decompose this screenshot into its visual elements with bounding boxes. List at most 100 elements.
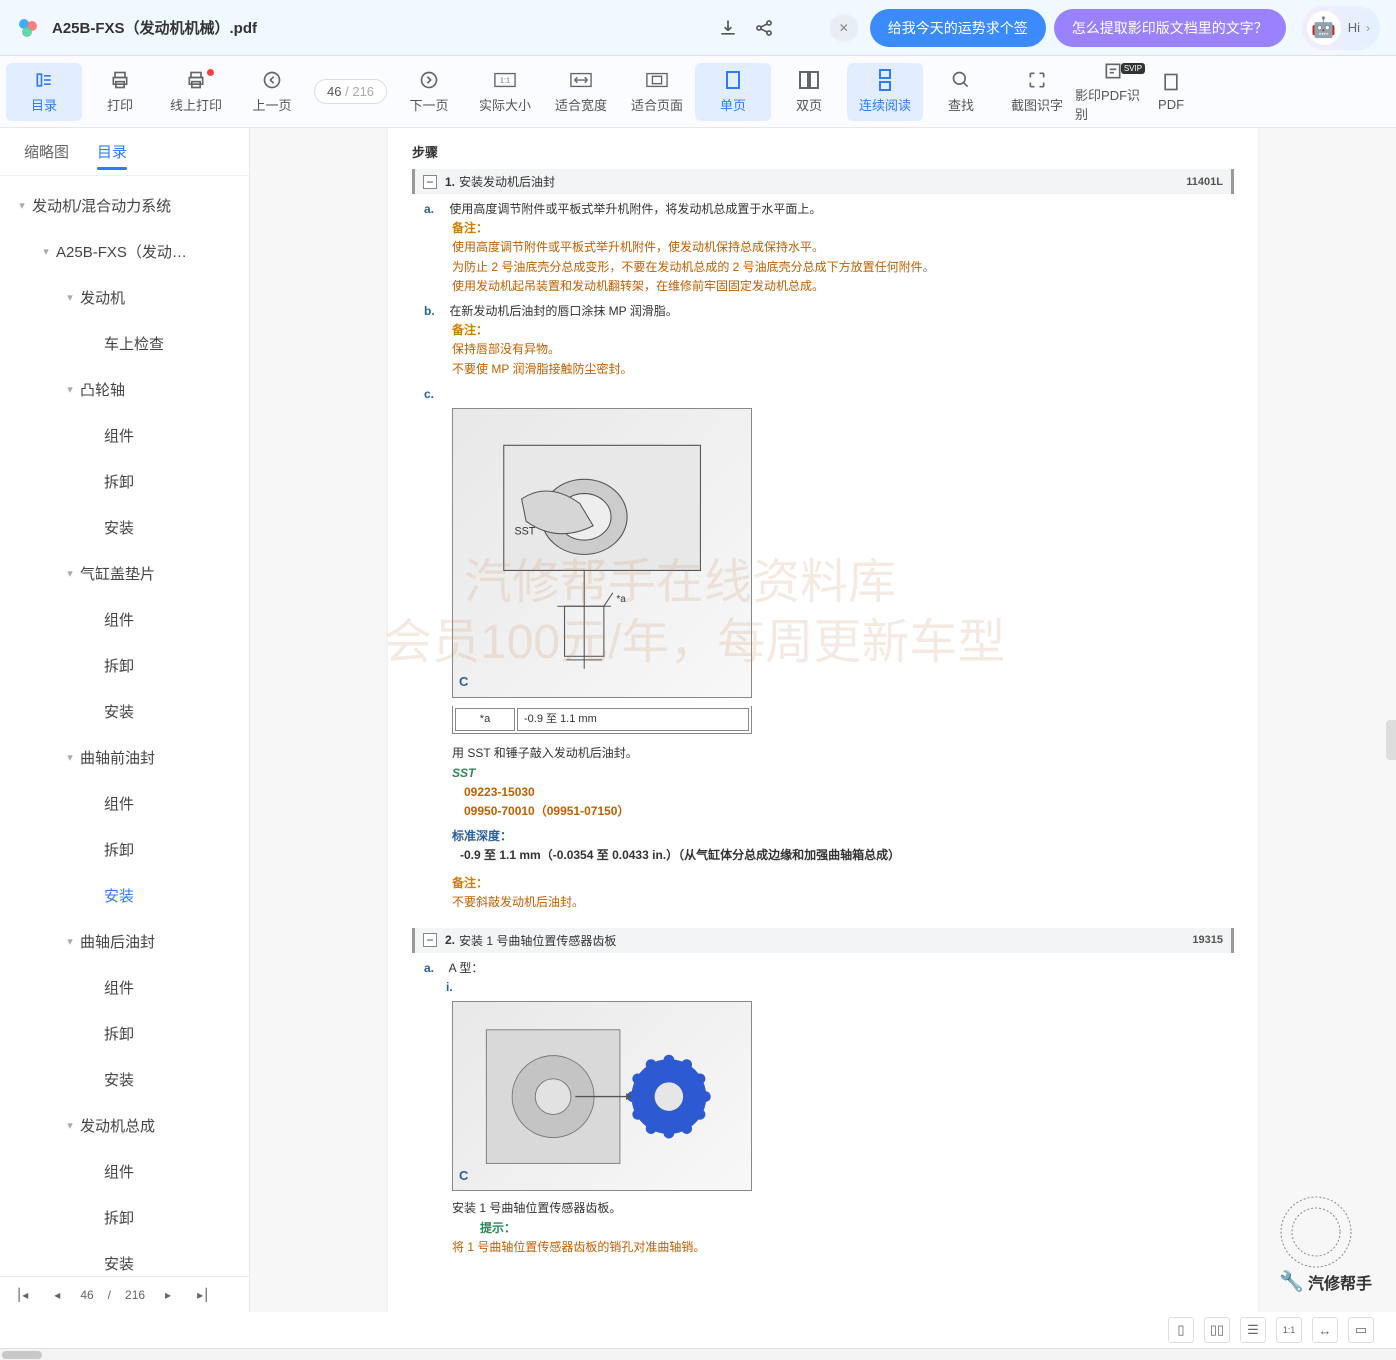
share-button[interactable]	[746, 10, 782, 46]
tree-node-3[interactable]: 车上检查	[0, 320, 249, 366]
view-continuous-icon[interactable]: ☰	[1240, 1317, 1266, 1343]
assistant-avatar[interactable]: 🤖 Hi ›	[1302, 6, 1380, 50]
toolbar-crop-ocr[interactable]: 截图识字	[999, 63, 1075, 121]
section-2-header[interactable]: − 2. 安装 1 号曲轴位置传感器齿板 19315	[412, 928, 1234, 953]
fig-table-key: *a	[455, 708, 515, 732]
close-prompts-button[interactable]: ✕	[830, 14, 858, 42]
tip-label: 提示：	[480, 1221, 516, 1235]
step-c-note-label: 备注：	[452, 876, 488, 890]
toolbar-actual-size[interactable]: 1:1 实际大小	[467, 63, 543, 121]
download-button[interactable]	[710, 10, 746, 46]
tree-node-14[interactable]: 拆卸	[0, 826, 249, 872]
toolbar-double-page[interactable]: 双页	[771, 63, 847, 121]
svg-text:*a: *a	[616, 594, 626, 605]
tab-thumbnails[interactable]: 缩略图	[10, 131, 83, 172]
print-icon	[109, 69, 131, 91]
toolbar-prev-page[interactable]: 上一页	[234, 63, 310, 121]
tree-node-label: 安装	[104, 885, 134, 906]
tree-node-10[interactable]: 拆卸	[0, 642, 249, 688]
step-c: c. SST *a	[424, 385, 1222, 912]
tab-outline[interactable]: 目录	[83, 131, 141, 172]
step-b-label: b.	[424, 302, 446, 321]
tree-node-2[interactable]: ▾发动机	[0, 274, 249, 320]
svg-text:1:1: 1:1	[500, 76, 510, 85]
ai-prompt-1[interactable]: 给我今天的运势求个签	[870, 9, 1046, 47]
toolbar-print[interactable]: 打印	[82, 63, 158, 121]
tip-text: 将 1 号曲轴位置传感器齿板的销孔对准曲轴销。	[452, 1238, 1222, 1257]
toolbar-find-label: 查找	[948, 95, 974, 114]
last-page-button[interactable]: ▸⎮	[191, 1288, 215, 1302]
next-page-button[interactable]: ▸	[159, 1288, 177, 1302]
toolbar-cont-label: 连续阅读	[859, 95, 911, 114]
collapse-icon-2[interactable]: −	[423, 933, 437, 947]
step-c-body: 用 SST 和锤子敲入发动机后油封。	[452, 744, 1222, 763]
collapse-icon[interactable]: −	[423, 175, 437, 189]
panel-handle[interactable]	[1386, 720, 1396, 760]
ai-prompt-2[interactable]: 怎么提取影印版文档里的文字？	[1054, 9, 1286, 47]
search-icon	[950, 69, 972, 91]
outline-tree[interactable]: ▾发动机/混合动力系统▾A25B-FXS（发动…▾发动机车上检查▾凸轮轴组件拆卸…	[0, 176, 249, 1276]
step-c-label: c.	[424, 385, 446, 404]
tree-node-17[interactable]: 组件	[0, 964, 249, 1010]
tree-node-13[interactable]: 组件	[0, 780, 249, 826]
toolbar-continuous[interactable]: 连续阅读	[847, 63, 923, 121]
tree-node-6[interactable]: 拆卸	[0, 458, 249, 504]
tree-node-5[interactable]: 组件	[0, 412, 249, 458]
document-title: A25B-FXS（发动机机械）.pdf	[52, 17, 710, 38]
tree-node-22[interactable]: 拆卸	[0, 1194, 249, 1240]
tree-node-19[interactable]: 安装	[0, 1056, 249, 1102]
toolbar-fit-page[interactable]: 适合页面	[619, 63, 695, 121]
tree-node-12[interactable]: ▾曲轴前油封	[0, 734, 249, 780]
toolbar-fitw-label: 适合宽度	[555, 95, 607, 114]
tree-node-label: 车上检查	[104, 333, 164, 354]
horizontal-scrollbar[interactable]	[0, 1348, 1396, 1360]
toolbar-next-page[interactable]: 下一页	[391, 63, 467, 121]
sst-val-2: 09950-70010（09951-07150）	[464, 802, 1222, 821]
figure-1-table: *a -0.9 至 1.1 mm	[452, 706, 752, 735]
view-fitp-icon[interactable]: ▭	[1348, 1317, 1374, 1343]
tree-node-20[interactable]: ▾发动机总成	[0, 1102, 249, 1148]
toolbar-toc[interactable]: 目录	[6, 63, 82, 121]
header-bar: A25B-FXS（发动机机械）.pdf ✕ 给我今天的运势求个签 怎么提取影印版…	[0, 0, 1396, 56]
toolbar-scan-ocr[interactable]: SVIP 影印PDF识别	[1075, 63, 1151, 121]
toolbar-cloud-print[interactable]: 线上打印	[158, 63, 234, 121]
prev-icon	[261, 69, 283, 91]
view-fitw-icon[interactable]: ↔	[1312, 1317, 1338, 1343]
toolbar-pdf[interactable]: PDF	[1151, 63, 1191, 121]
tree-node-8[interactable]: ▾气缸盖垫片	[0, 550, 249, 596]
scrollbar-thumb[interactable]	[2, 1351, 42, 1359]
tree-node-16[interactable]: ▾曲轴后油封	[0, 918, 249, 964]
toolbar-fit-width[interactable]: 适合宽度	[543, 63, 619, 121]
tree-node-11[interactable]: 安装	[0, 688, 249, 734]
step-b-note-1: 不要使 MP 润滑脂接触防尘密封。	[452, 360, 1222, 379]
tree-node-15[interactable]: 安装	[0, 872, 249, 918]
view-double-icon[interactable]: ▯▯	[1204, 1317, 1230, 1343]
view-single-icon[interactable]: ▯	[1168, 1317, 1194, 1343]
step-a-note-2: 使用发动机起吊装置和发动机翻转架，在维修前牢固固定发动机总成。	[452, 277, 1222, 296]
first-page-button[interactable]: ⎮◂	[10, 1288, 34, 1302]
prev-page-button[interactable]: ◂	[48, 1288, 66, 1302]
tree-node-23[interactable]: 安装	[0, 1240, 249, 1276]
tree-node-9[interactable]: 组件	[0, 596, 249, 642]
tree-node-label: 拆卸	[104, 839, 134, 860]
page-indicator[interactable]: 46 / 216	[314, 79, 387, 104]
svip-badge: SVIP	[1121, 63, 1145, 74]
section-1-header[interactable]: − 1. 安装发动机后油封 11401L	[412, 169, 1234, 194]
toc-icon	[33, 69, 55, 91]
step-a-note-0: 使用高度调节附件或平板式举升机附件，使发动机保持总成保持水平。	[452, 238, 1222, 257]
footer-page-total: 216	[125, 1288, 145, 1302]
toolbar-toc-label: 目录	[31, 95, 57, 114]
svg-text:SST: SST	[514, 526, 535, 538]
tree-node-0[interactable]: ▾发动机/混合动力系统	[0, 182, 249, 228]
view-1-1-icon[interactable]: 1:1	[1276, 1317, 1302, 1343]
tree-node-4[interactable]: ▾凸轮轴	[0, 366, 249, 412]
tree-node-1[interactable]: ▾A25B-FXS（发动…	[0, 228, 249, 274]
tree-node-21[interactable]: 组件	[0, 1148, 249, 1194]
toolbar-find[interactable]: 查找	[923, 63, 999, 121]
pdf-page: 步骤 − 1. 安装发动机后油封 11401L a. 使用高度调节附件或平板式举…	[388, 128, 1258, 1312]
tree-node-7[interactable]: 安装	[0, 504, 249, 550]
toolbar-actual-label: 实际大小	[479, 95, 531, 114]
content-area[interactable]: 步骤 − 1. 安装发动机后油封 11401L a. 使用高度调节附件或平板式举…	[250, 128, 1396, 1312]
toolbar-single-page[interactable]: 单页	[695, 63, 771, 121]
tree-node-18[interactable]: 拆卸	[0, 1010, 249, 1056]
